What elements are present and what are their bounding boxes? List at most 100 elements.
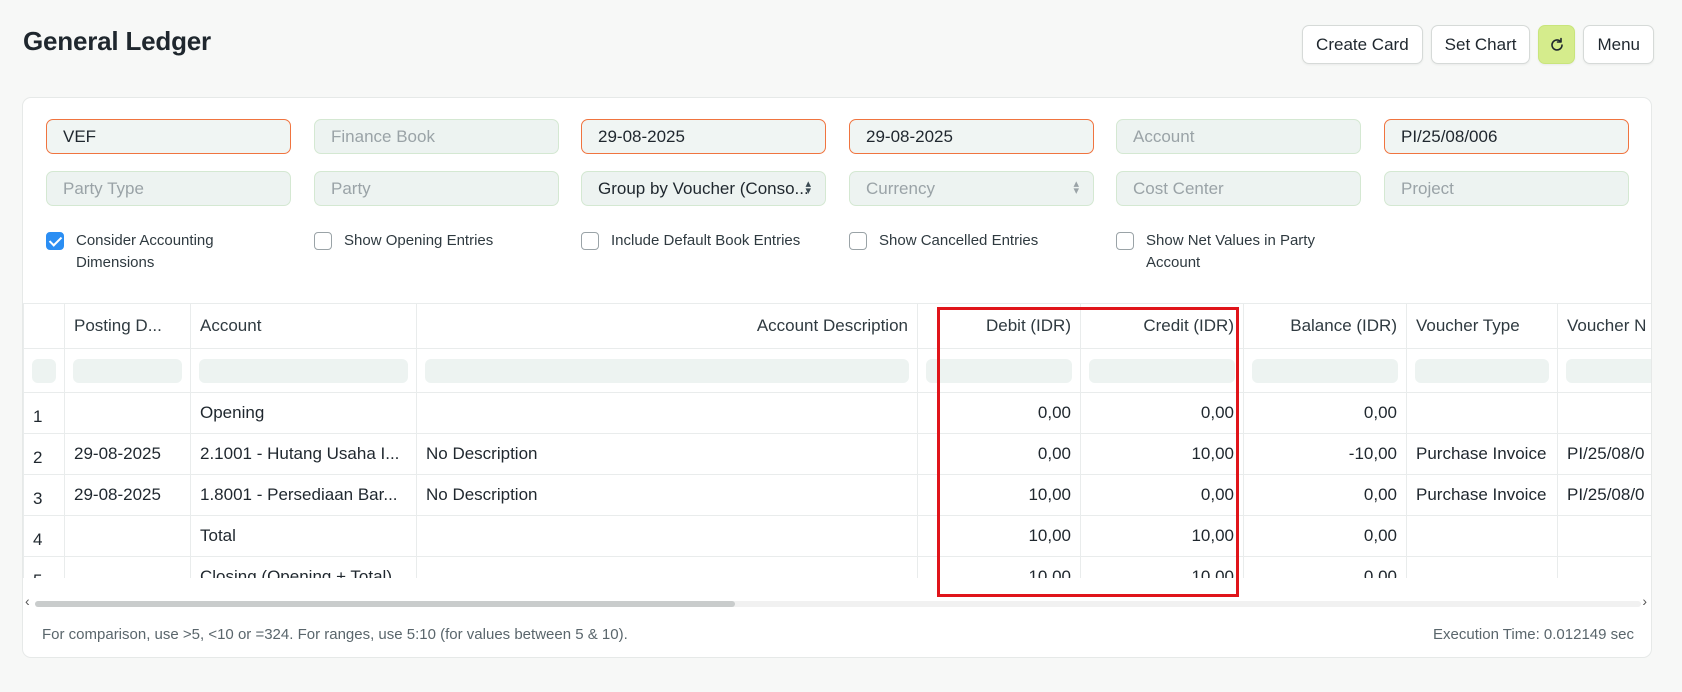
- table-row[interactable]: 5 Closing (Opening + Total) 10,00 10,00 …: [23, 556, 1651, 578]
- column-header-account[interactable]: Account: [190, 303, 417, 349]
- page-actions: Create Card Set Chart Menu: [1302, 25, 1654, 64]
- scroll-thumb[interactable]: [35, 601, 735, 607]
- column-filter-cell[interactable]: [1557, 348, 1651, 393]
- cell-posting-date: 29-08-2025: [64, 474, 191, 516]
- cell-account: Closing (Opening + Total): [190, 556, 417, 578]
- column-header-index: [23, 303, 65, 349]
- to-date-field[interactable]: 29-08-2025: [849, 119, 1094, 154]
- cell-voucher-type: Purchase Invoice: [1406, 433, 1558, 475]
- from-date-field[interactable]: 29-08-2025: [581, 119, 826, 154]
- cell-credit: 10,00: [1080, 515, 1244, 557]
- column-header-debit[interactable]: Debit (IDR): [917, 303, 1081, 349]
- execution-time: Execution Time: 0.012149 sec: [1433, 626, 1634, 643]
- cell-posting-date: 29-08-2025: [64, 433, 191, 475]
- column-header-voucher-type[interactable]: Voucher Type: [1406, 303, 1558, 349]
- menu-button[interactable]: Menu: [1583, 25, 1654, 64]
- cell-description: [416, 515, 918, 557]
- include-default-book-checkbox[interactable]: Include Default Book Entries: [581, 230, 800, 252]
- select-arrows-icon: ▴ ▾: [1073, 178, 1079, 197]
- cell-posting-date: [64, 392, 191, 434]
- row-index: 4: [23, 515, 65, 557]
- account-field[interactable]: Account: [1116, 119, 1361, 154]
- row-index: 3: [23, 474, 65, 516]
- cell-voucher-no: [1557, 515, 1651, 557]
- table-row[interactable]: 4 Total 10,00 10,00 0,00: [23, 515, 1651, 557]
- cell-voucher-type: [1406, 392, 1558, 434]
- group-by-select[interactable]: Group by Voucher (Conso... ▴ ▾: [581, 171, 826, 206]
- cell-voucher-type: [1406, 515, 1558, 557]
- cell-credit: 10,00: [1080, 433, 1244, 475]
- company-field[interactable]: VEF: [46, 119, 291, 154]
- column-filter-cell[interactable]: [1406, 348, 1558, 393]
- cell-debit: 10,00: [917, 515, 1081, 557]
- checkbox-icon[interactable]: [581, 232, 599, 250]
- row-index: 2: [23, 433, 65, 475]
- column-filter-cell[interactable]: [917, 348, 1081, 393]
- column-filter-cell[interactable]: [1243, 348, 1407, 393]
- set-chart-button[interactable]: Set Chart: [1430, 25, 1531, 64]
- cell-description: No Description: [416, 474, 918, 516]
- finance-book-field[interactable]: Finance Book: [314, 119, 559, 154]
- cell-account: Total: [190, 515, 417, 557]
- row-index: 5: [23, 556, 65, 578]
- scroll-left-icon[interactable]: ‹: [25, 593, 30, 609]
- cell-debit: 10,00: [917, 474, 1081, 516]
- show-cancelled-checkbox[interactable]: Show Cancelled Entries: [849, 230, 1038, 252]
- cell-voucher-no: [1557, 392, 1651, 434]
- column-filter-cell[interactable]: [1080, 348, 1244, 393]
- ledger-table-wrapper: Posting D... Account Account Description…: [23, 303, 1651, 578]
- cell-voucher-type: [1406, 556, 1558, 578]
- report-card: VEF Finance Book 29-08-2025 29-08-2025 A…: [22, 97, 1652, 658]
- cell-account: 2.1001 - Hutang Usaha I...: [190, 433, 417, 475]
- cell-debit: 0,00: [917, 392, 1081, 434]
- select-arrows-icon: ▴ ▾: [805, 178, 811, 197]
- table-row[interactable]: 1 Opening 0,00 0,00 0,00: [23, 392, 1651, 434]
- project-field[interactable]: Project: [1384, 171, 1629, 206]
- cell-voucher-no[interactable]: PI/25/08/0: [1557, 474, 1651, 516]
- cell-debit: 0,00: [917, 433, 1081, 475]
- column-filter-cell[interactable]: [416, 348, 918, 393]
- cell-credit: 0,00: [1080, 392, 1244, 434]
- cell-description: No Description: [416, 433, 918, 475]
- show-opening-checkbox[interactable]: Show Opening Entries: [314, 230, 493, 252]
- horizontal-scrollbar[interactable]: ‹ ›: [23, 593, 1651, 609]
- refresh-icon: [1551, 37, 1563, 51]
- currency-select[interactable]: Currency ▴ ▾: [849, 171, 1094, 206]
- voucher-no-field[interactable]: PI/25/08/006: [1384, 119, 1629, 154]
- create-card-button[interactable]: Create Card: [1302, 25, 1423, 64]
- refresh-button[interactable]: [1538, 25, 1576, 64]
- checkbox-icon[interactable]: [1116, 232, 1134, 250]
- scroll-right-icon[interactable]: ›: [1642, 593, 1647, 609]
- table-row[interactable]: 3 29-08-2025 1.8001 - Persediaan Bar... …: [23, 474, 1651, 516]
- cell-balance: -10,00: [1243, 433, 1407, 475]
- cell-account: Opening: [190, 392, 417, 434]
- table-row[interactable]: 2 29-08-2025 2.1001 - Hutang Usaha I... …: [23, 433, 1651, 475]
- cell-voucher-type: Purchase Invoice: [1406, 474, 1558, 516]
- cell-balance: 0,00: [1243, 515, 1407, 557]
- column-filter-cell[interactable]: [23, 348, 65, 393]
- column-header-account-description[interactable]: Account Description: [416, 303, 918, 349]
- cell-credit: 10,00: [1080, 556, 1244, 578]
- column-header-credit[interactable]: Credit (IDR): [1080, 303, 1244, 349]
- column-filter-cell[interactable]: [190, 348, 417, 393]
- cell-voucher-no: [1557, 556, 1651, 578]
- checkbox-icon[interactable]: [849, 232, 867, 250]
- column-filter-cell[interactable]: [64, 348, 191, 393]
- checkbox-icon[interactable]: [314, 232, 332, 250]
- cell-voucher-no[interactable]: PI/25/08/0: [1557, 433, 1651, 475]
- page-title: General Ledger: [23, 26, 211, 56]
- party-field[interactable]: Party: [314, 171, 559, 206]
- column-header-posting-date[interactable]: Posting D...: [64, 303, 191, 349]
- column-header-voucher-no[interactable]: Voucher N: [1557, 303, 1651, 349]
- column-header-balance[interactable]: Balance (IDR): [1243, 303, 1407, 349]
- show-net-values-checkbox[interactable]: Show Net Values in Party Account: [1116, 230, 1326, 274]
- cell-posting-date: [64, 556, 191, 578]
- checkbox-checked-icon[interactable]: [46, 232, 64, 250]
- party-type-field[interactable]: Party Type: [46, 171, 291, 206]
- row-index: 1: [23, 392, 65, 434]
- consider-dimensions-checkbox[interactable]: Consider Accounting Dimensions: [46, 230, 246, 274]
- cell-posting-date: [64, 515, 191, 557]
- cell-debit: 10,00: [917, 556, 1081, 578]
- cell-description: [416, 392, 918, 434]
- cost-center-field[interactable]: Cost Center: [1116, 171, 1361, 206]
